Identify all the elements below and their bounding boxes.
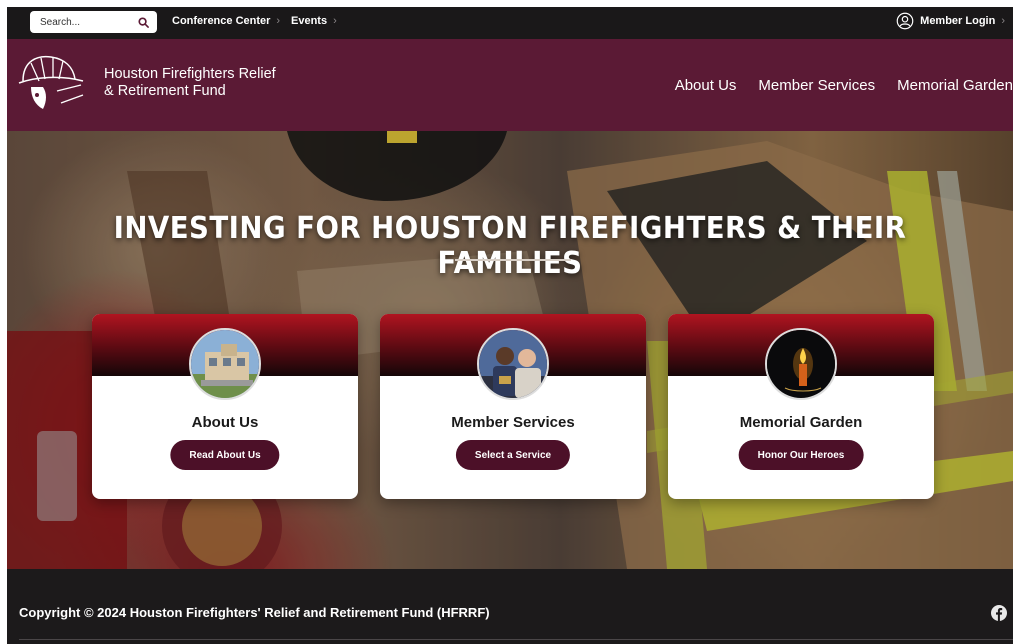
main-nav: About Us Member Services Memorial Garden bbox=[675, 77, 1013, 94]
card-title: Member Services bbox=[451, 414, 575, 431]
site-footer: Copyright © 2024 Houston Firefighters' R… bbox=[7, 569, 1013, 644]
member-login-link[interactable]: Member Login › bbox=[896, 12, 1005, 30]
facebook-icon[interactable] bbox=[991, 605, 1007, 621]
hero-title: INVESTING FOR HOUSTON FIREFIGHTERS & THE… bbox=[113, 211, 907, 281]
card-title: Memorial Garden bbox=[739, 414, 863, 431]
nav-member-services[interactable]: Member Services bbox=[758, 77, 875, 94]
utility-bar: Conference Center › Events › Member Logi… bbox=[7, 7, 1013, 39]
hero-divider bbox=[455, 259, 571, 261]
conference-center-label[interactable]: Conference Center bbox=[172, 15, 270, 27]
org-name-line1: Houston Firefighters Relief bbox=[104, 66, 276, 82]
honor-our-heroes-button[interactable]: Honor Our Heroes bbox=[738, 440, 864, 470]
org-name-line2: & Retirement Fund bbox=[104, 83, 226, 99]
conference-center-link[interactable]: Conference Center › bbox=[172, 15, 280, 27]
chevron-right-icon: › bbox=[276, 15, 281, 27]
org-name[interactable]: Houston Firefighters Relief & Retirement… bbox=[104, 66, 276, 100]
search-input[interactable] bbox=[40, 16, 120, 28]
site-header: Houston Firefighters Relief & Retirement… bbox=[7, 39, 1013, 131]
card-member-services: Member Services Select a Service bbox=[380, 314, 646, 499]
card-memorial-garden: Memorial Garden Honor Our Heroes bbox=[668, 314, 934, 499]
card-about-us: About Us Read About Us bbox=[92, 314, 358, 499]
hero-banner: INVESTING FOR HOUSTON FIREFIGHTERS & THE… bbox=[7, 131, 1013, 569]
candle-photo bbox=[765, 328, 837, 400]
nav-memorial-garden[interactable]: Memorial Garden bbox=[897, 77, 1013, 94]
read-about-us-button[interactable]: Read About Us bbox=[170, 440, 280, 470]
building-photo bbox=[189, 328, 261, 400]
copyright-text: Copyright © 2024 Houston Firefighters' R… bbox=[19, 605, 490, 620]
select-a-service-button[interactable]: Select a Service bbox=[455, 440, 571, 470]
events-link[interactable]: Events › bbox=[291, 15, 337, 27]
user-circle-icon bbox=[896, 12, 914, 30]
nav-about-us[interactable]: About Us bbox=[675, 77, 737, 94]
member-login-label[interactable]: Member Login bbox=[920, 15, 995, 27]
events-label[interactable]: Events bbox=[291, 15, 327, 27]
search-box[interactable] bbox=[30, 11, 157, 33]
members-photo bbox=[477, 328, 549, 400]
chevron-right-icon: › bbox=[333, 15, 337, 27]
card-title: About Us bbox=[191, 414, 259, 431]
chevron-right-icon: › bbox=[1001, 15, 1005, 27]
fire-helmet-logo[interactable] bbox=[17, 51, 85, 113]
search-icon[interactable] bbox=[138, 16, 149, 28]
page-frame: Conference Center › Events › Member Logi… bbox=[7, 7, 1013, 644]
footer-divider bbox=[19, 639, 1013, 640]
